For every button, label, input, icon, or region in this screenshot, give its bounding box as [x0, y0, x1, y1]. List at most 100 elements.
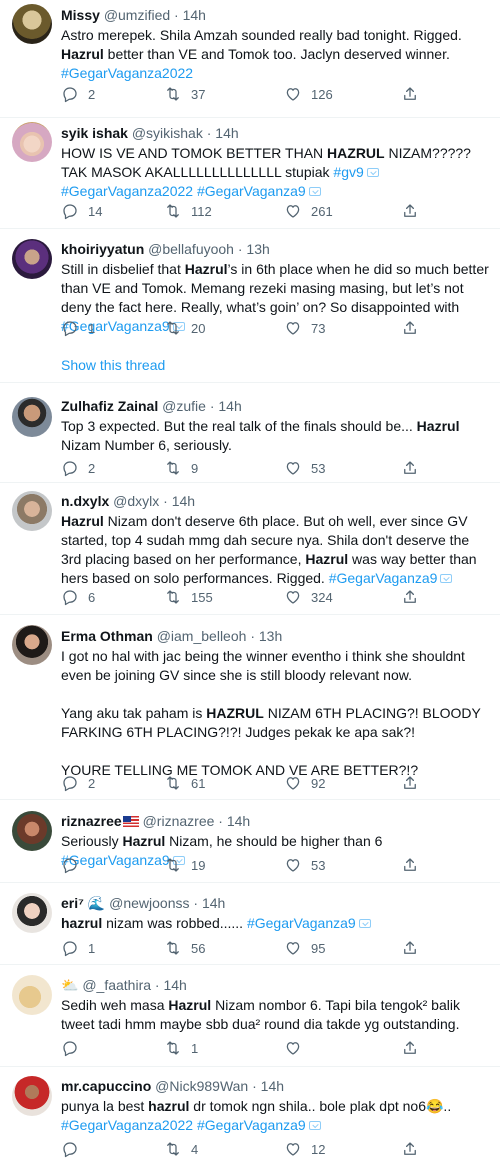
reply-button[interactable]: 14: [61, 201, 102, 221]
reply-button[interactable]: 2: [61, 84, 95, 104]
avatar[interactable]: [12, 4, 52, 44]
user-handle[interactable]: @umzified: [104, 7, 170, 23]
timestamp[interactable]: 14h: [183, 7, 206, 23]
share-icon: [404, 858, 416, 871]
avatar[interactable]: [12, 975, 52, 1015]
share-button[interactable]: [401, 84, 419, 104]
retweet-button[interactable]: 1: [164, 1038, 198, 1058]
avatar[interactable]: [12, 122, 52, 162]
tweet[interactable]: Zulhafiz Zainal @zufie · 14h Top 3 expec…: [0, 383, 500, 483]
share-button[interactable]: [401, 318, 419, 338]
retweet-icon: [167, 204, 179, 218]
display-name[interactable]: n.dxylx: [61, 493, 109, 509]
like-button[interactable]: 324: [284, 587, 333, 607]
retweet-button[interactable]: 56: [164, 938, 205, 958]
avatar[interactable]: [12, 397, 52, 437]
retweet-button[interactable]: 9: [164, 458, 198, 478]
timestamp[interactable]: 14h: [202, 895, 225, 911]
like-button[interactable]: 261: [284, 201, 333, 221]
avatar[interactable]: [12, 811, 52, 851]
share-button[interactable]: [401, 855, 419, 875]
timestamp[interactable]: 13h: [259, 628, 282, 644]
tweet[interactable]: Missy @umzified · 14h Astro merepek. Shi…: [0, 0, 500, 118]
tweet[interactable]: syik ishak @syikishak · 14h HOW IS VE AN…: [0, 118, 500, 229]
user-handle[interactable]: @bellafuyooh: [148, 241, 234, 257]
malaysia-flag-icon: [122, 816, 139, 827]
share-button[interactable]: [401, 1038, 419, 1058]
share-button[interactable]: [401, 938, 419, 958]
reply-icon: [63, 1142, 77, 1158]
display-name[interactable]: Zulhafiz Zainal: [61, 398, 158, 414]
user-handle[interactable]: @newjoonss: [109, 895, 189, 911]
tweet[interactable]: n.dxylx @dxylx · 14h Hazrul Nizam don't …: [0, 483, 500, 615]
reply-button[interactable]: 2: [61, 458, 95, 478]
heart-icon: [286, 591, 300, 604]
timestamp[interactable]: 13h: [246, 241, 269, 257]
retweet-count: 9: [191, 460, 199, 476]
reply-button[interactable]: 1: [61, 938, 95, 958]
display-name[interactable]: eri⁷: [61, 895, 84, 911]
user-handle[interactable]: @dxylx: [113, 493, 159, 509]
tweet[interactable]: ⛅ @_faathira · 14h Sedih weh masa Hazrul…: [0, 965, 500, 1067]
reply-button[interactable]: [61, 1139, 88, 1159]
retweet-button[interactable]: 37: [164, 84, 205, 104]
timestamp[interactable]: 14h: [172, 493, 195, 509]
avatar[interactable]: [12, 893, 52, 933]
share-button[interactable]: [401, 458, 419, 478]
timestamp[interactable]: 14h: [261, 1078, 284, 1094]
timestamp[interactable]: 14h: [227, 813, 250, 829]
display-name[interactable]: Erma Othman: [61, 628, 153, 644]
timestamp[interactable]: 14h: [218, 398, 241, 414]
timestamp[interactable]: 14h: [163, 977, 186, 993]
show-thread-link[interactable]: Show this thread: [61, 357, 165, 373]
like-button[interactable]: 53: [284, 458, 325, 478]
reply-button[interactable]: [61, 1038, 88, 1058]
reply-button[interactable]: [61, 855, 88, 875]
like-button[interactable]: 53: [284, 855, 325, 875]
like-button[interactable]: 95: [284, 938, 325, 958]
display-name[interactable]: Missy: [61, 7, 100, 23]
tweet[interactable]: eri⁷ 🌊 @newjoonss · 14h hazrul nizam was…: [0, 883, 500, 965]
retweet-button[interactable]: 4: [164, 1139, 198, 1159]
retweet-button[interactable]: 155: [164, 587, 213, 607]
user-handle[interactable]: @_faathira: [82, 977, 151, 993]
tweet-header: eri⁷ 🌊 @newjoonss · 14h: [61, 894, 492, 912]
retweet-button[interactable]: 112: [164, 201, 212, 221]
retweet-button[interactable]: 61: [164, 773, 205, 793]
display-name[interactable]: riznazree: [61, 813, 122, 829]
retweet-button[interactable]: 19: [164, 855, 205, 875]
tweet[interactable]: Erma Othman @iam_belleoh · 13h I got no …: [0, 615, 500, 800]
heart-icon: [286, 462, 300, 475]
reply-button[interactable]: 6: [61, 587, 95, 607]
user-handle[interactable]: @Nick989Wan: [155, 1078, 248, 1094]
like-button[interactable]: 73: [284, 318, 325, 338]
tweet[interactable]: khoiriyyatun @bellafuyooh · 13h Still in…: [0, 229, 500, 383]
share-button[interactable]: [401, 1139, 419, 1159]
retweet-button[interactable]: 20: [164, 318, 205, 338]
reply-button[interactable]: 2: [61, 773, 95, 793]
share-button[interactable]: [401, 587, 419, 607]
avatar[interactable]: [12, 1076, 52, 1116]
display-name[interactable]: khoiriyyatun: [61, 241, 144, 257]
like-button[interactable]: 126: [284, 84, 333, 104]
avatar[interactable]: [12, 239, 52, 279]
user-handle[interactable]: @syikishak: [132, 125, 203, 141]
like-button[interactable]: 92: [284, 773, 325, 793]
tweet[interactable]: mr.capuccino @Nick989Wan · 14h punya la …: [0, 1067, 500, 1162]
share-button[interactable]: [401, 773, 419, 793]
reply-icon: [63, 858, 77, 874]
avatar[interactable]: [12, 491, 52, 531]
like-button[interactable]: 12: [284, 1139, 325, 1159]
avatar[interactable]: [12, 625, 52, 665]
timestamp[interactable]: 14h: [215, 125, 238, 141]
share-button[interactable]: [401, 201, 419, 221]
like-button[interactable]: [284, 1038, 311, 1058]
user-handle[interactable]: @zufie: [162, 398, 206, 414]
tweet[interactable]: riznazree @riznazree · 14h Seriously Haz…: [0, 800, 500, 883]
user-handle[interactable]: @iam_belleoh: [157, 628, 247, 644]
user-handle[interactable]: @riznazree: [143, 813, 215, 829]
display-name[interactable]: mr.capuccino: [61, 1078, 151, 1094]
reply-button[interactable]: 1: [61, 318, 95, 338]
display-name[interactable]: syik ishak: [61, 125, 128, 141]
tweet-header: Zulhafiz Zainal @zufie · 14h: [61, 397, 492, 415]
